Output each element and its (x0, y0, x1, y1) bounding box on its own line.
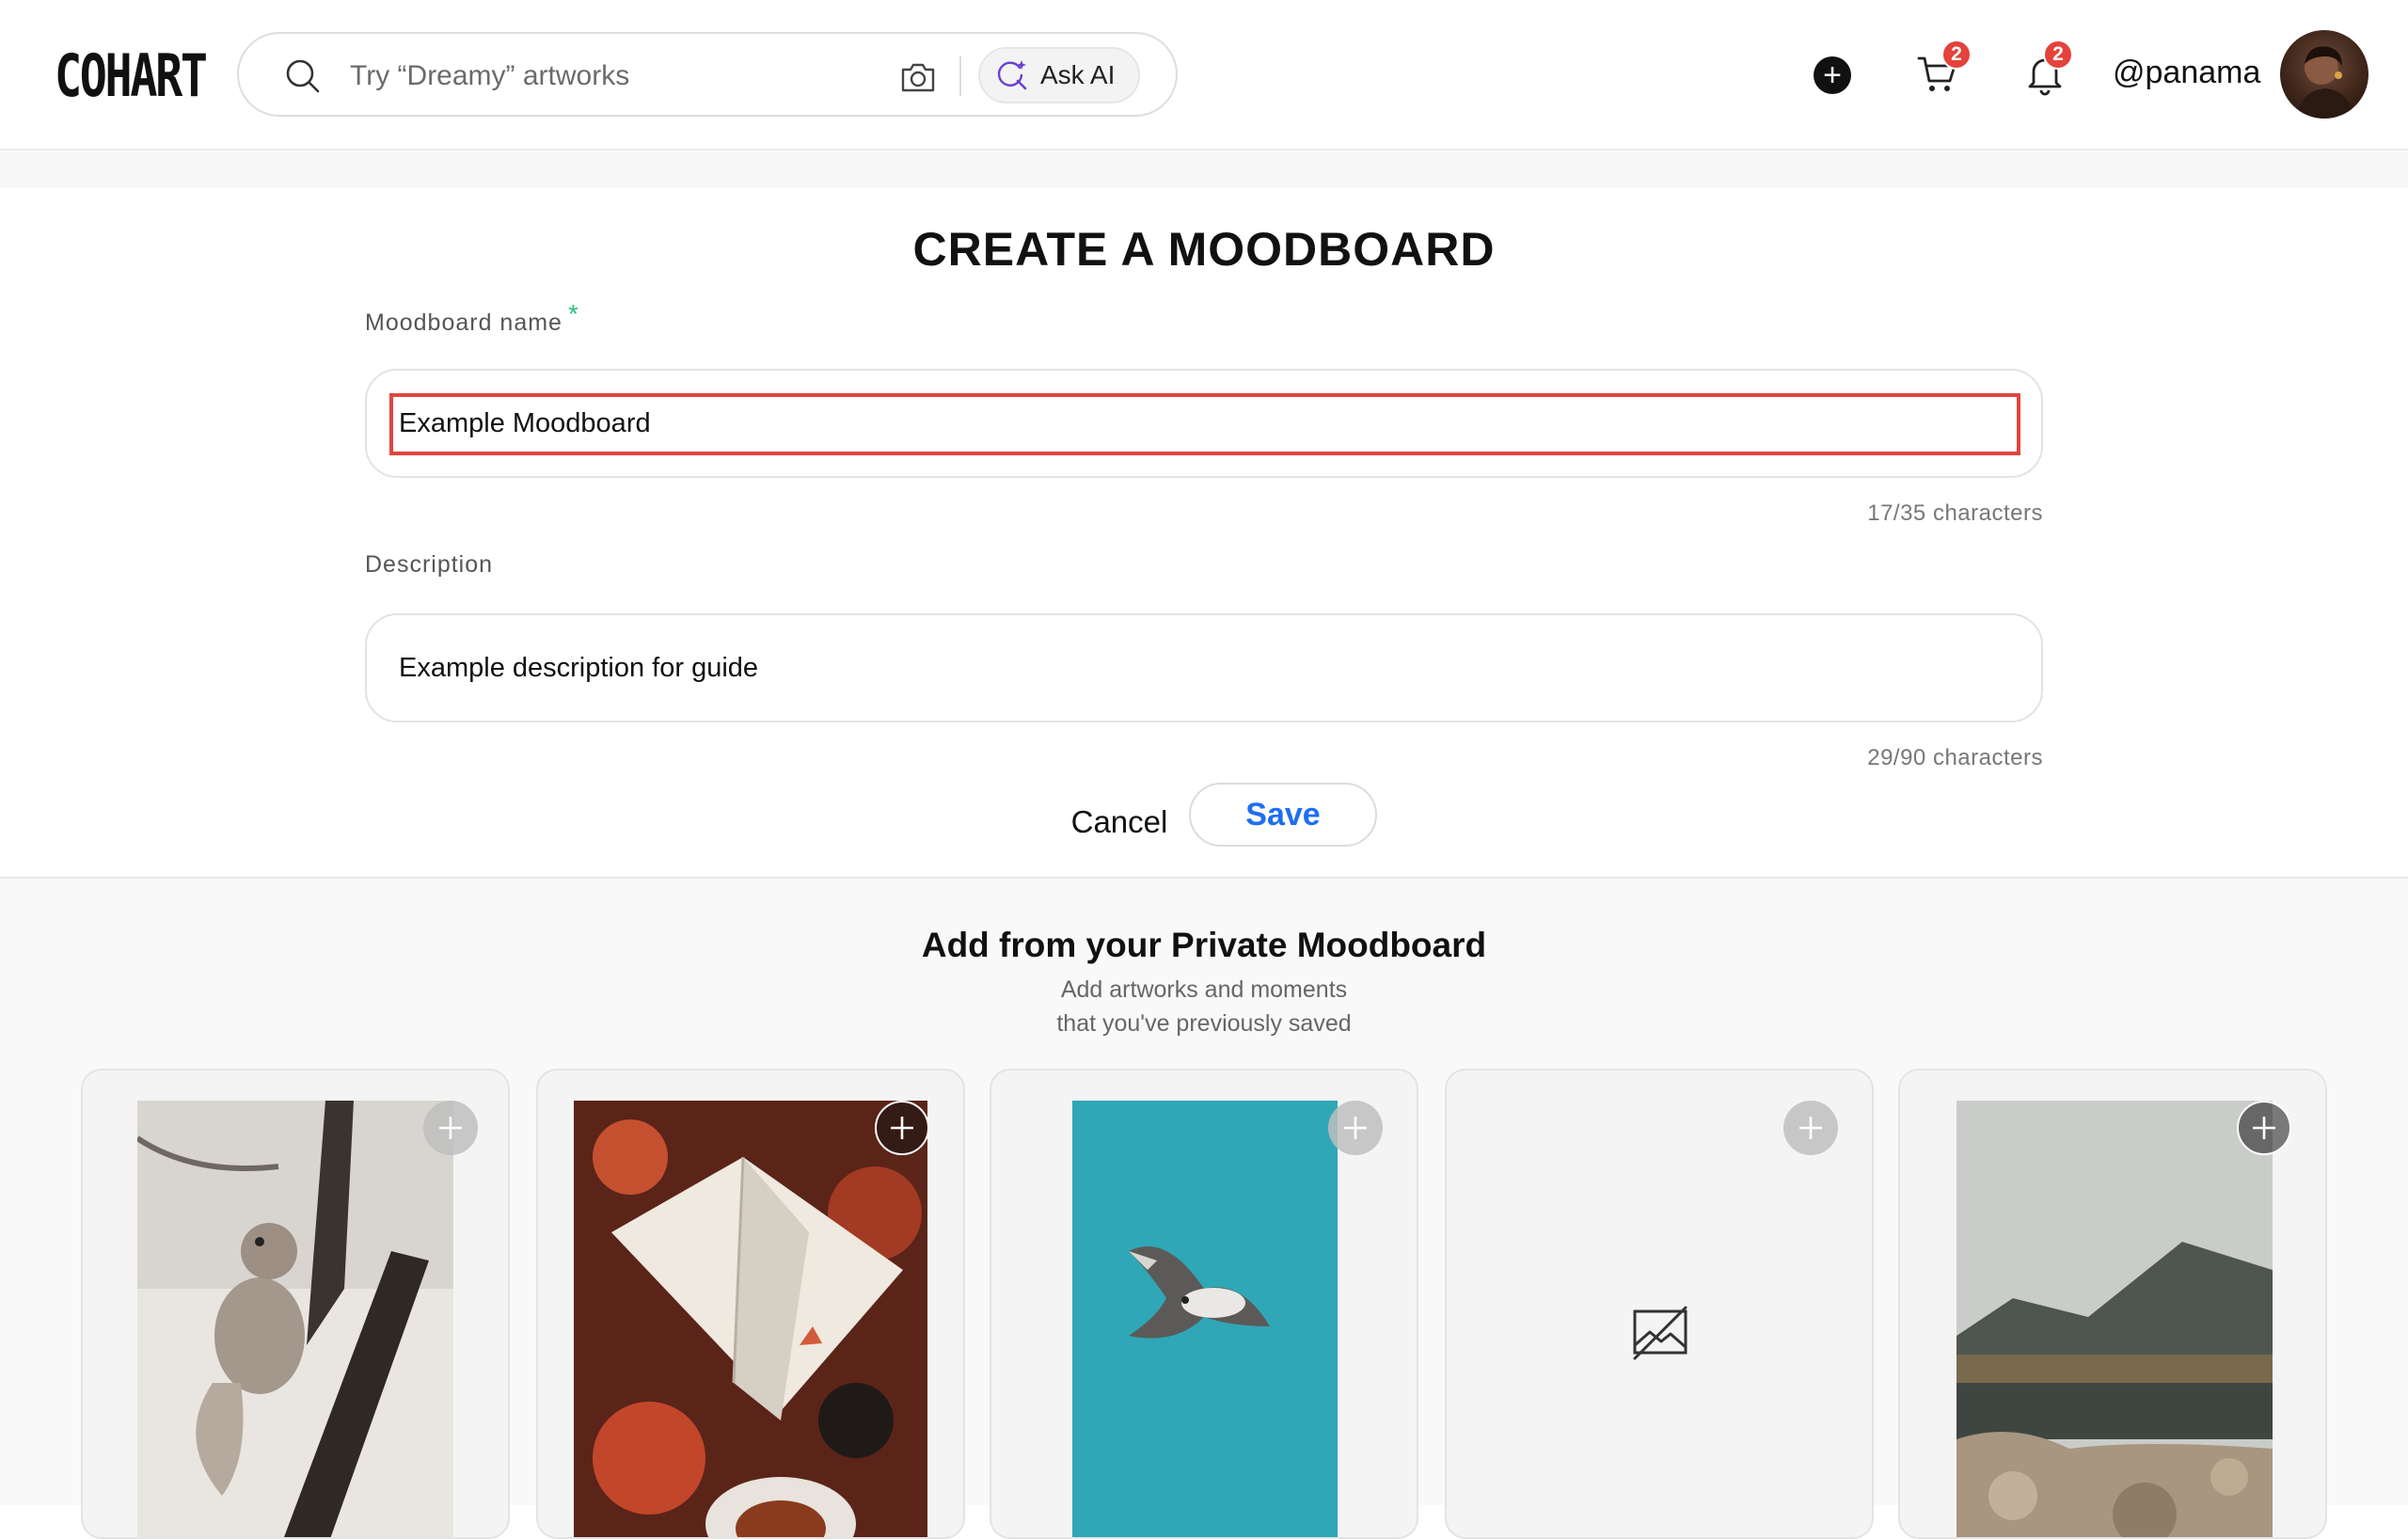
moodboard-item-card[interactable] (81, 1069, 510, 1539)
create-moodboard-form: CREATE A MOODBOARD Moodboard name * Examp… (0, 188, 2408, 879)
add-item-icon[interactable] (423, 1101, 478, 1155)
required-asterisk: * (567, 299, 579, 328)
description-label: Description (365, 551, 494, 578)
private-moodboard-section: Add from your Private Moodboard Add artw… (0, 879, 2408, 1539)
section-title: Add from your Private Moodboard (921, 926, 1487, 964)
search-divider (959, 56, 961, 96)
section-subtitle-line1: Add artworks and moments (1060, 976, 1348, 1003)
moodboard-item-card[interactable] (536, 1069, 965, 1539)
username-link[interactable]: @panama (2113, 55, 2260, 91)
add-item-icon[interactable] (2237, 1101, 2291, 1155)
search-icon (286, 59, 320, 93)
create-plus-button[interactable]: + (1814, 56, 1851, 94)
artwork-image (1956, 1101, 2273, 1537)
moodboard-name-value: Example Moodboard (399, 408, 651, 438)
section-subtitle-line2: that you've previously saved (1056, 1010, 1352, 1037)
artwork-image (574, 1101, 927, 1537)
cart-count-badge: 2 (1941, 40, 1972, 70)
image-unavailable-icon (1633, 1306, 1687, 1360)
page-title: CREATE A MOODBOARD (912, 223, 1496, 276)
camera-icon[interactable] (897, 56, 939, 98)
artwork-image (1072, 1101, 1338, 1537)
moodboard-item-card[interactable] (1445, 1069, 1874, 1539)
add-item-icon[interactable] (1783, 1101, 1838, 1155)
description-character-counter: 29/90 characters (1867, 745, 2043, 770)
cohart-logo[interactable]: COHART (55, 43, 208, 109)
notification-count-badge: 2 (2043, 40, 2073, 70)
top-header: COHART Ask AI + 2 2 @panama (0, 0, 2408, 151)
add-item-icon[interactable] (875, 1101, 929, 1155)
moodboard-item-card[interactable] (990, 1069, 1418, 1539)
plus-icon: + (1823, 57, 1842, 93)
description-value: Example description for guide (399, 653, 759, 683)
artwork-image (137, 1101, 453, 1537)
moodboard-name-label-text: Moodboard name (365, 309, 562, 336)
moodboard-item-card[interactable] (1898, 1069, 2327, 1539)
description-field[interactable]: Example description for guide (365, 613, 2043, 722)
ask-ai-button[interactable]: Ask AI (978, 47, 1140, 103)
ask-ai-label: Ask AI (1040, 60, 1116, 89)
name-character-counter: 17/35 characters (1867, 500, 2043, 526)
moodboard-name-field[interactable]: Example Moodboard (365, 369, 2043, 478)
avatar-portrait (2297, 46, 2353, 119)
header-spacer (0, 152, 2408, 188)
save-button[interactable]: Save (1189, 783, 1377, 847)
add-item-icon[interactable] (1328, 1101, 1383, 1155)
avatar[interactable] (2280, 30, 2368, 119)
moodboard-name-label: Moodboard name * (365, 299, 579, 337)
ai-search-icon (997, 60, 1027, 90)
search-bar[interactable]: Ask AI (237, 32, 1178, 117)
